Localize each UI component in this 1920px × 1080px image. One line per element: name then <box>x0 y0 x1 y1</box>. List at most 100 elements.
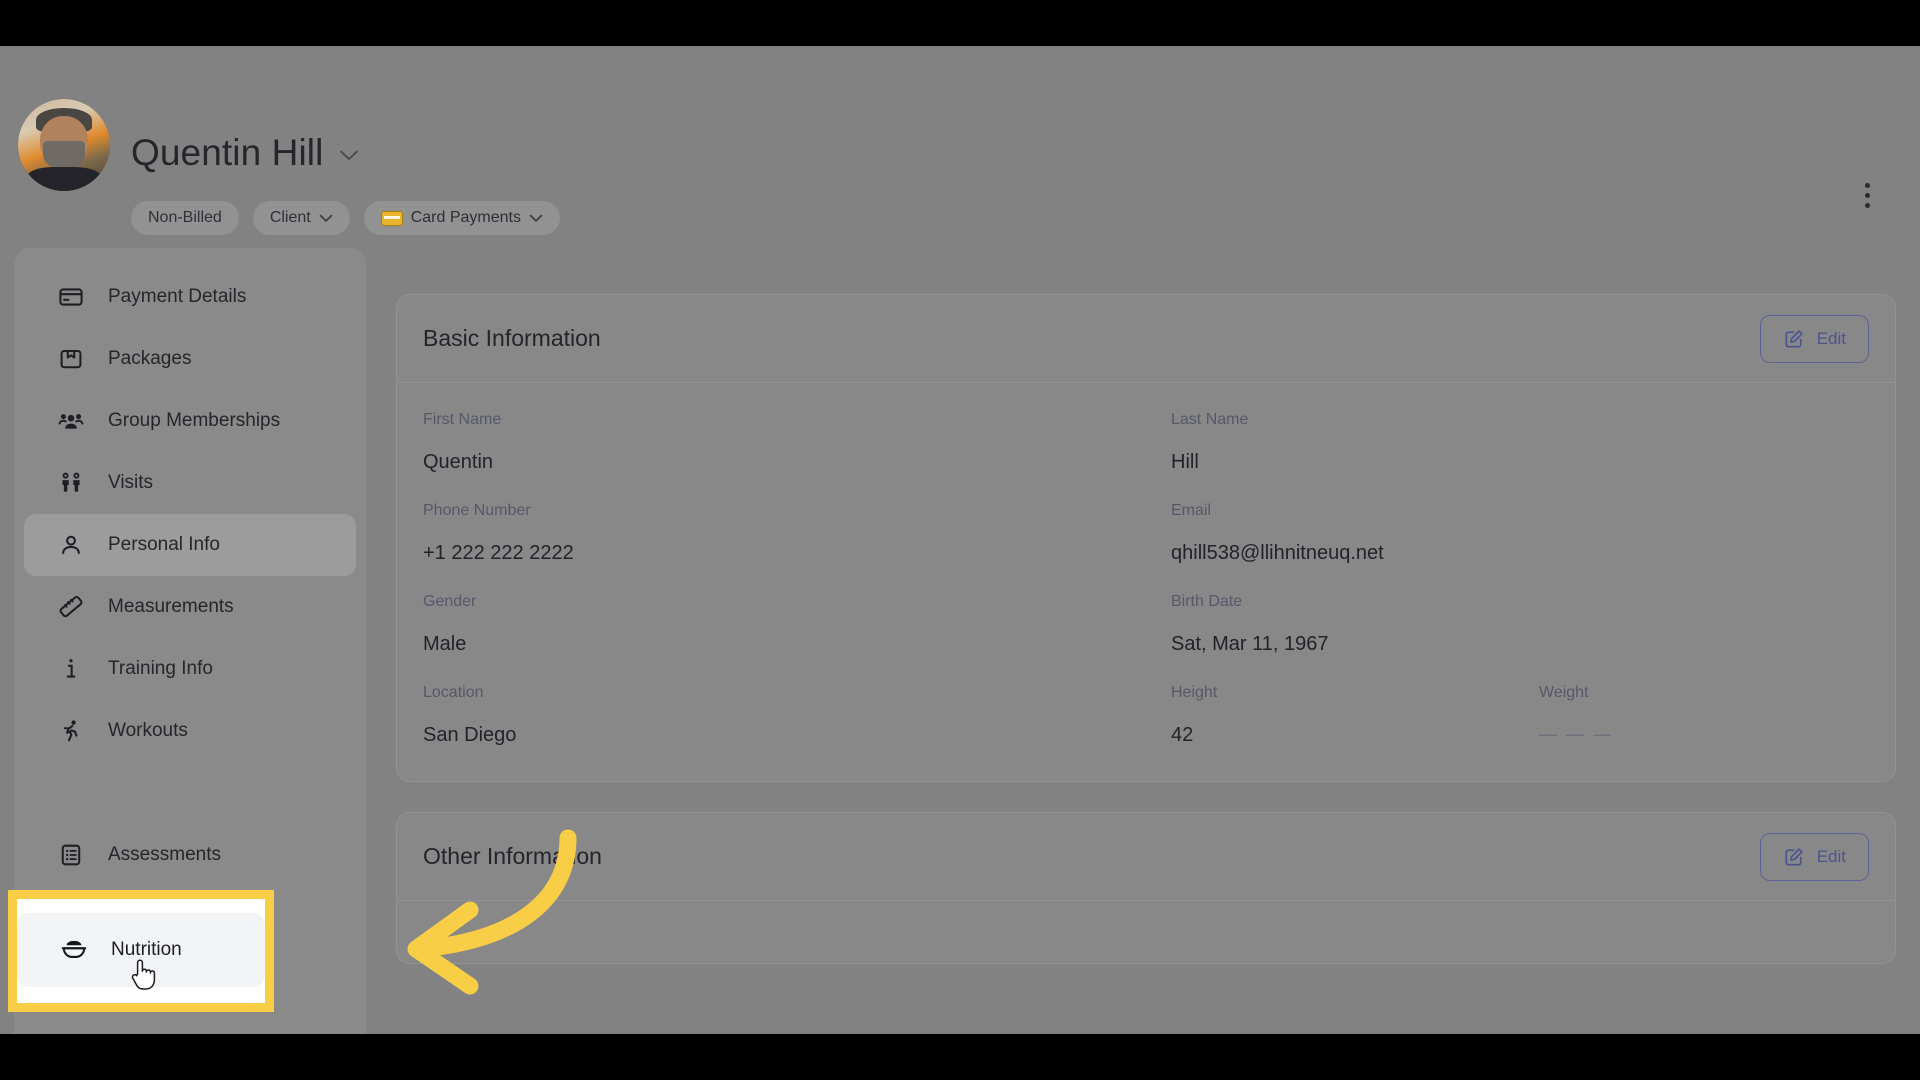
field-value: Quentin <box>423 451 494 473</box>
field-row: First Name Quentin Last Name Hill <box>423 411 1869 474</box>
badge-label: Card Payments <box>410 209 521 226</box>
sidebar-item-label: Workouts <box>108 720 188 741</box>
sidebar-item-workouts[interactable]: Workouts <box>24 700 356 762</box>
more-options-button[interactable] <box>1852 178 1882 212</box>
field-label: Weight <box>1539 684 1589 701</box>
edit-button-label: Edit <box>1816 846 1846 866</box>
sidebar-item-personal-info[interactable]: Personal Info <box>24 514 356 576</box>
card-body <box>397 901 1895 963</box>
edit-pencil-icon <box>1783 846 1805 868</box>
field-phone-number: Phone Number +1 222 222 2222 <box>423 502 1171 565</box>
food-bowl-icon <box>61 937 87 963</box>
credit-card-icon <box>58 284 84 310</box>
field-gender: Gender Male <box>423 593 1171 656</box>
field-weight: Weight — — — <box>1539 684 1869 747</box>
status-badge-client[interactable]: Client <box>252 201 350 235</box>
field-value: qhill538@llihnitneuq.net <box>1171 542 1384 564</box>
kebab-dot <box>1864 202 1870 208</box>
field-label: Gender <box>423 593 477 610</box>
sidebar-item-label: Packages <box>108 348 192 369</box>
field-label: Location <box>423 684 484 701</box>
field-label: Phone Number <box>423 502 531 519</box>
basic-information-card: Basic Information Edit First Name Quenti… <box>396 294 1896 782</box>
avatar-suit <box>27 167 101 191</box>
chevron-down-icon <box>529 210 543 226</box>
sidebar-item-label: Measurements <box>108 596 234 617</box>
client-title-row: Quentin Hill <box>131 132 359 174</box>
info-icon <box>58 656 84 682</box>
field-first-name: First Name Quentin <box>423 411 1171 474</box>
field-label: Height <box>1171 684 1218 701</box>
ruler-icon <box>58 594 84 620</box>
sidebar-item-payment-details[interactable]: Payment Details <box>24 266 356 328</box>
sidebar-item-measurements[interactable]: Measurements <box>24 576 356 638</box>
people-group-icon <box>58 408 84 434</box>
field-birth-date: Birth Date Sat, Mar 11, 1967 <box>1171 593 1869 656</box>
kebab-dot <box>1864 182 1870 188</box>
credit-card-icon <box>380 210 403 226</box>
field-value: — — — <box>1539 724 1614 744</box>
field-last-name: Last Name Hill <box>1171 411 1539 474</box>
screenshot-stage: Quentin Hill Non-Billed Client Card Paym… <box>0 0 1920 1080</box>
sidebar-item-group-memberships[interactable]: Group Memberships <box>24 390 356 452</box>
sidebar-item-label: Visits <box>108 472 154 493</box>
field-label: Last Name <box>1171 411 1249 428</box>
avatar[interactable] <box>18 99 110 191</box>
clipboard-list-icon <box>58 842 84 868</box>
sidebar-item-packages[interactable]: Packages <box>24 328 356 390</box>
mouse-cursor-pointer <box>128 956 158 996</box>
field-height: Height 42 <box>1171 684 1539 747</box>
field-location: Location San Diego <box>423 684 1171 747</box>
other-information-card: Other Information Edit <box>396 812 1896 964</box>
field-value: Sat, Mar 11, 1967 <box>1171 633 1329 655</box>
status-badge-card-payments[interactable]: Card Payments <box>363 201 560 235</box>
chevron-down-icon <box>319 210 333 226</box>
package-box-icon <box>58 346 84 372</box>
card-title: Basic Information <box>423 325 601 351</box>
field-value: +1 222 222 2222 <box>423 542 574 564</box>
field-label: First Name <box>423 411 502 428</box>
running-person-icon <box>58 718 84 744</box>
main-content: Basic Information Edit First Name Quenti… <box>396 294 1896 994</box>
edit-button[interactable]: Edit <box>1759 314 1869 363</box>
card-header: Basic Information Edit <box>397 295 1895 383</box>
annotation-arrow <box>407 829 577 995</box>
sidebar-item-visits[interactable]: Visits <box>24 452 356 514</box>
client-badges: Non-Billed Client Card Payments <box>131 201 560 235</box>
card-body: First Name Quentin Last Name Hill Phone … <box>397 383 1895 781</box>
field-value: Male <box>423 633 467 655</box>
chevron-down-icon[interactable] <box>339 141 359 166</box>
avatar-beard <box>42 141 86 169</box>
edit-button-label: Edit <box>1816 328 1846 348</box>
field-value: 42 <box>1171 724 1194 746</box>
card-header: Other Information Edit <box>397 813 1895 901</box>
edit-button[interactable]: Edit <box>1759 832 1869 881</box>
status-badge-non-billed[interactable]: Non-Billed <box>131 201 239 235</box>
field-label: Email <box>1171 502 1212 519</box>
letterbox-bottom <box>0 1034 1920 1080</box>
field-email: Email qhill538@llihnitneuq.net <box>1171 502 1869 565</box>
page-title: Quentin Hill <box>131 132 324 173</box>
sidebar-item-label: Payment Details <box>108 286 247 307</box>
person-icon <box>58 532 84 558</box>
field-row: Location San Diego Height 42 Weight — — … <box>423 684 1869 747</box>
field-row: Gender Male Birth Date Sat, Mar 11, 1967 <box>423 593 1869 656</box>
two-persons-icon <box>58 470 84 496</box>
sidebar-item-label: Assessments <box>108 844 221 865</box>
field-label: Birth Date <box>1171 593 1243 610</box>
badge-label: Non-Billed <box>148 209 222 226</box>
field-empty <box>1539 411 1869 474</box>
kebab-dot <box>1864 192 1870 198</box>
badge-label: Client <box>269 209 311 226</box>
client-header: Quentin Hill Non-Billed Client Card Paym… <box>0 46 1920 235</box>
letterbox-top <box>0 0 1920 46</box>
sidebar-item-label: Group Memberships <box>108 410 281 431</box>
edit-pencil-icon <box>1783 328 1805 350</box>
sidebar-item-training-info[interactable]: Training Info <box>24 638 356 700</box>
app-window: Quentin Hill Non-Billed Client Card Paym… <box>0 46 1920 1056</box>
sidebar-item-label: Personal Info <box>108 534 220 555</box>
field-value: San Diego <box>423 724 517 746</box>
field-row: Phone Number +1 222 222 2222 Email qhill… <box>423 502 1869 565</box>
sidebar-item-assessments[interactable]: Assessments <box>24 824 356 886</box>
field-value: Hill <box>1171 451 1199 473</box>
